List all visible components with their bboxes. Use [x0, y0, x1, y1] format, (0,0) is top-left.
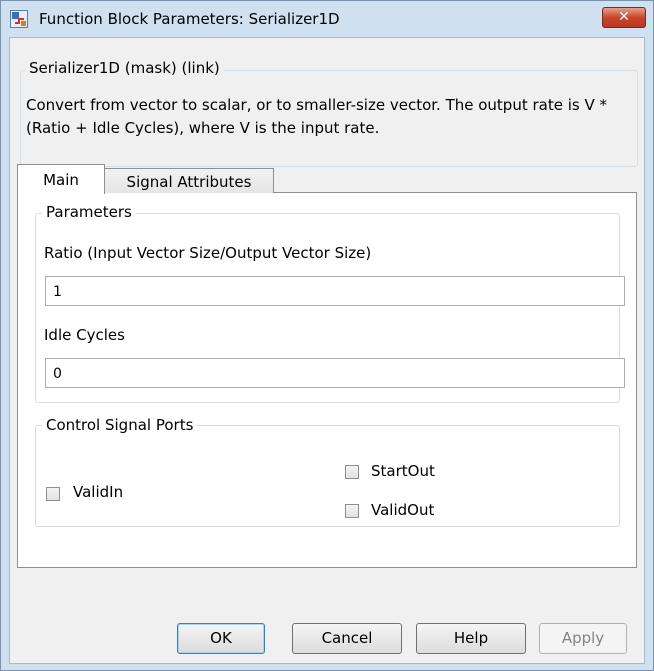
window-title: Function Block Parameters: Serializer1D	[39, 10, 340, 28]
control-signal-ports-legend: Control Signal Ports	[42, 416, 198, 434]
simulink-block-icon	[10, 10, 28, 28]
idle-cycles-label: Idle Cycles	[44, 326, 125, 344]
validout-checkbox[interactable]	[345, 504, 359, 518]
description-text: Convert from vector to scalar, or to sma…	[26, 96, 608, 137]
dialog-client-area: Serializer1D (mask) (link) Convert from …	[9, 37, 645, 664]
parameters-legend: Parameters	[42, 203, 136, 221]
validin-label[interactable]: ValidIn	[73, 483, 123, 501]
close-icon: ✕	[618, 9, 630, 25]
title-bar[interactable]: Function Block Parameters: Serializer1D …	[1, 1, 653, 37]
ok-button[interactable]: OK	[177, 623, 265, 654]
ratio-label: Ratio (Input Vector Size/Output Vector S…	[44, 244, 372, 262]
tab-main[interactable]: Main	[17, 164, 105, 194]
apply-button[interactable]: Apply	[539, 623, 627, 654]
startout-checkbox[interactable]	[345, 465, 359, 479]
ratio-input[interactable]: 1	[45, 276, 625, 306]
help-button[interactable]: Help	[416, 623, 526, 654]
dialog-window: Function Block Parameters: Serializer1D …	[0, 0, 654, 671]
validout-label[interactable]: ValidOut	[371, 501, 434, 519]
control-signal-ports-group	[35, 425, 620, 527]
description-legend: Serializer1D (mask) (link)	[25, 59, 224, 77]
startout-label[interactable]: StartOut	[371, 462, 435, 480]
tab-signal-attributes[interactable]: Signal Attributes	[104, 168, 274, 193]
close-button[interactable]: ✕	[602, 7, 646, 28]
tab-panel-main: Parameters Ratio (Input Vector Size/Outp…	[17, 192, 637, 568]
validin-checkbox[interactable]	[46, 487, 60, 501]
cancel-button[interactable]: Cancel	[292, 623, 402, 654]
idle-cycles-input[interactable]: 0	[45, 358, 625, 388]
